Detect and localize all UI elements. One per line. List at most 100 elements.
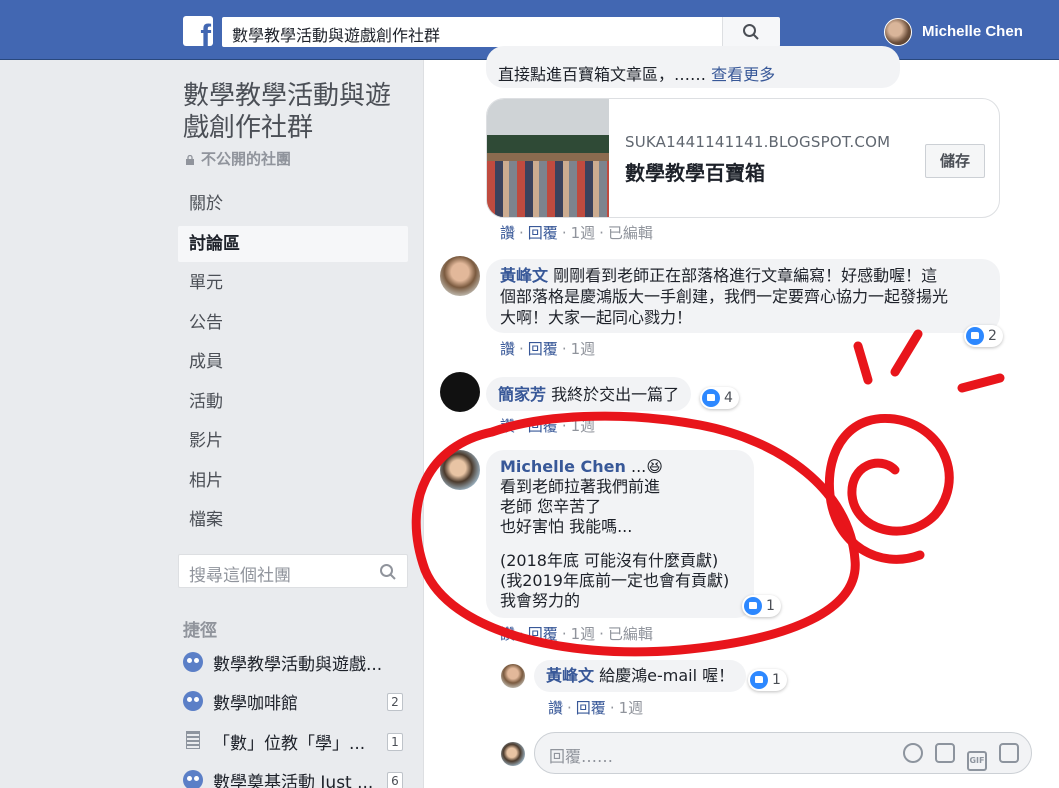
shortcut-item[interactable]: 數學咖啡館 2	[183, 689, 403, 715]
like-button[interactable]: 讚	[500, 224, 515, 242]
like-icon	[702, 389, 720, 407]
nav-item-about[interactable]: 關於	[178, 186, 408, 222]
link-thumbnail	[487, 99, 609, 217]
reaction-count[interactable]: 1	[742, 595, 781, 617]
reply-button[interactable]: 回覆	[528, 224, 558, 242]
link-title: 數學教學百寶箱	[625, 161, 765, 185]
comment-text-line: 大啊！大家一起同心戮力！	[500, 308, 693, 327]
reply-button[interactable]: 回覆	[528, 625, 558, 643]
comment-text-line: 也好害怕 我能嗎...	[500, 517, 633, 536]
comment-bubble: Michelle Chen ...😆 看到老師拉著我們前進 老師 您辛苦了 也好…	[486, 450, 754, 618]
comment-bubble: 黃峰文 剛剛看到老師正在部落格進行文章編寫！好感動喔！這 個部落格是慶鴻版大一手…	[486, 259, 1000, 333]
timestamp[interactable]: 1週	[571, 417, 596, 435]
like-button[interactable]: 讚	[500, 625, 515, 643]
comment-actions: 讚 · 回覆 · 1週 · 已編輯	[500, 625, 653, 643]
lock-icon	[186, 155, 194, 165]
like-button[interactable]: 讚	[500, 417, 515, 435]
comment-actions: 讚 · 回覆 · 1週	[548, 699, 644, 717]
group-icon	[183, 691, 203, 711]
comment-text: 直接點進百寶箱文章區，……	[498, 65, 707, 84]
comment-author[interactable]: 黃峰文	[546, 666, 594, 685]
emoji-icon[interactable]	[903, 743, 923, 763]
comment-text-line: 我會努力的	[500, 591, 581, 610]
group-privacy: 不公開的社團	[185, 148, 291, 169]
group-icon	[183, 652, 203, 672]
shortcut-item[interactable]: 「數」位教「學」... 1	[183, 729, 403, 755]
comment-bubble: 簡家芳 我終於交出一篇了	[486, 377, 692, 411]
comment-text-line: 個部落格是慶鴻版大一手創建，我們一定要齊心協力一起發揚光	[500, 287, 949, 306]
comment-text-line: (我2019年底前一定也會有貢獻)	[500, 571, 730, 590]
comment-text-line: (2018年底 可能沒有什麼貢獻)	[500, 551, 719, 570]
comment-author[interactable]: Michelle Chen	[500, 457, 626, 476]
timestamp[interactable]: 1週	[571, 625, 596, 643]
edited-label: 已編輯	[607, 625, 653, 643]
shortcut-label: 數學教學活動與遊戲...	[213, 655, 383, 675]
shortcut-label: 「數」位教「學」...	[213, 734, 366, 754]
notification-count: 1	[387, 733, 403, 751]
avatar[interactable]	[501, 664, 525, 688]
comment-text-line: 看到老師拉著我們前進	[500, 477, 661, 496]
reply-button[interactable]: 回覆	[576, 699, 606, 717]
camera-icon[interactable]	[935, 743, 955, 763]
nav-item-announcements[interactable]: 公告	[178, 305, 408, 341]
facebook-logo-icon[interactable]: f	[183, 16, 213, 46]
timestamp[interactable]: 1週	[571, 340, 596, 358]
link-preview-card[interactable]: SUKA1441141141.BLOGSPOT.COM 數學教學百寶箱 儲存	[486, 98, 1000, 218]
comment-actions: 讚 · 回覆 · 1週	[500, 340, 596, 358]
comments-feed: 直接點進百寶箱文章區，…… 查看更多 SUKA1441141141.BLOGSP…	[423, 46, 1059, 788]
notification-count: 2	[387, 693, 403, 711]
comment-text-line: 剛剛看到老師正在部落格進行文章編寫！好感動喔！這	[553, 266, 938, 285]
nav-item-files[interactable]: 檔案	[178, 502, 408, 538]
like-icon	[966, 327, 984, 345]
shortcut-item[interactable]: 數學教學活動與遊戲...	[183, 650, 403, 676]
comment-emoji: ...😆	[631, 457, 663, 476]
avatar[interactable]	[440, 256, 480, 296]
reply-button[interactable]: 回覆	[528, 340, 558, 358]
comment-author[interactable]: 黃峰文	[500, 266, 548, 285]
like-button[interactable]: 讚	[548, 699, 563, 717]
reaction-count[interactable]: 4	[700, 387, 739, 409]
avatar[interactable]	[440, 372, 480, 412]
timestamp[interactable]: 1週	[619, 699, 644, 717]
group-icon	[183, 770, 203, 788]
comment-author[interactable]: 簡家芳	[498, 385, 546, 404]
nav-item-photos[interactable]: 相片	[178, 463, 408, 499]
nav-item-discussion[interactable]: 討論區	[178, 226, 408, 262]
reaction-count[interactable]: 2	[964, 325, 1003, 347]
comment-text-line: 老師 您辛苦了	[500, 497, 602, 516]
nav-item-videos[interactable]: 影片	[178, 423, 408, 459]
comment-actions: 讚 · 回覆 · 1週 · 已編輯	[500, 224, 653, 242]
reaction-count[interactable]: 1	[748, 669, 787, 691]
comment-actions: 讚 · 回覆 · 1週	[500, 417, 596, 435]
nav-item-events[interactable]: 活動	[178, 384, 408, 420]
notification-count: 6	[387, 772, 403, 788]
search-button[interactable]	[722, 17, 780, 47]
shortcut-label: 數學奠基活動 Just ...	[213, 773, 374, 788]
reply-input[interactable]: 回覆…… GIF	[534, 732, 1032, 774]
reply-button[interactable]: 回覆	[528, 417, 558, 435]
search-input[interactable]: 數學教學活動與遊戲創作社群	[222, 17, 722, 47]
timestamp[interactable]: 1週	[571, 224, 596, 242]
shortcuts-heading: 捷徑	[183, 621, 217, 641]
comment-text: 我終於交出一篇了	[551, 385, 680, 404]
group-search-input[interactable]: 搜尋這個社團	[178, 554, 408, 588]
shortcut-item[interactable]: 數學奠基活動 Just ... 6	[183, 768, 403, 788]
gif-icon[interactable]: GIF	[967, 751, 987, 771]
comment-text: 給慶鴻e-mail 喔！	[599, 666, 735, 685]
avatar	[501, 742, 525, 766]
page-icon	[186, 731, 200, 749]
like-button[interactable]: 讚	[500, 340, 515, 358]
search-icon	[380, 564, 396, 580]
see-more-link[interactable]: 查看更多	[711, 65, 775, 84]
save-button[interactable]: 儲存	[925, 144, 985, 178]
search-icon	[743, 24, 759, 40]
nav-item-members[interactable]: 成員	[178, 344, 408, 380]
group-title[interactable]: 數學教學活動與遊戲創作社群	[183, 80, 403, 144]
like-icon	[744, 597, 762, 615]
profile-name: Michelle Chen	[922, 23, 1023, 40]
shortcut-label: 數學咖啡館	[213, 694, 298, 714]
sticker-icon[interactable]	[999, 743, 1019, 763]
avatar[interactable]	[440, 450, 480, 490]
composer-icons: GIF	[891, 743, 1019, 771]
nav-item-units[interactable]: 單元	[178, 265, 408, 301]
